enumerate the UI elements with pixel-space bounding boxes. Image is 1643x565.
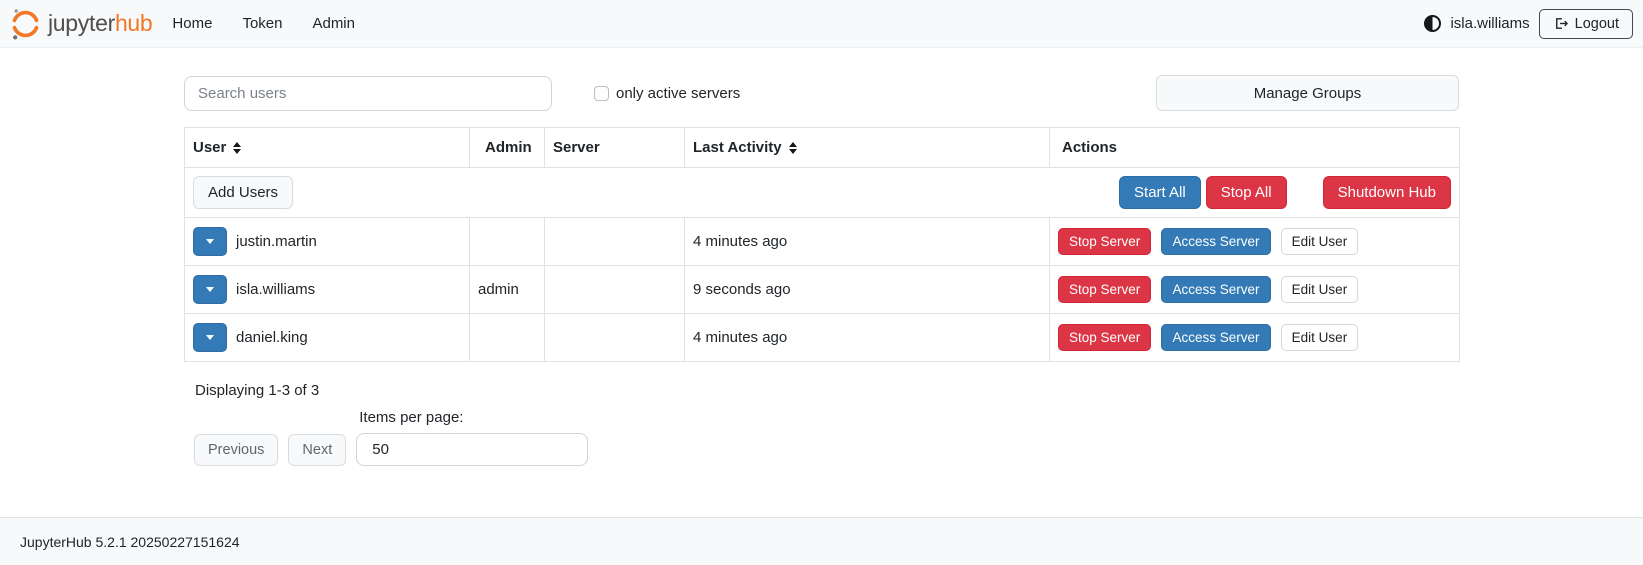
table-row: daniel.king 4 minutes ago Stop Server Ac… — [185, 314, 1460, 362]
items-per-page-input[interactable] — [356, 433, 588, 466]
access-server-button[interactable]: Access Server — [1161, 324, 1270, 351]
theme-toggle-icon[interactable] — [1424, 15, 1441, 32]
users-table: User Admin Server Last Activity Actions — [184, 127, 1460, 362]
username: justin.martin — [236, 233, 317, 250]
user-dropdown-button[interactable] — [193, 323, 227, 352]
column-header-admin: Admin — [470, 128, 545, 168]
only-active-servers-checkbox[interactable] — [594, 86, 609, 101]
server-cell — [545, 266, 685, 314]
brand-jupyter: jupyter — [48, 10, 115, 36]
sort-icon[interactable] — [233, 142, 241, 154]
username: isla.williams — [236, 281, 315, 298]
stop-server-button[interactable]: Stop Server — [1058, 276, 1151, 303]
last-activity-cell: 4 minutes ago — [685, 314, 1050, 362]
last-activity-cell: 4 minutes ago — [685, 218, 1050, 266]
username: daniel.king — [236, 329, 308, 346]
next-page-button[interactable]: Next — [288, 434, 346, 466]
stop-all-button[interactable]: Stop All — [1206, 176, 1287, 209]
table-actions-row: Add Users Start All Stop All Shutdown Hu… — [185, 168, 1460, 218]
stop-server-button[interactable]: Stop Server — [1058, 324, 1151, 351]
access-server-button[interactable]: Access Server — [1161, 276, 1270, 303]
admin-cell — [470, 218, 545, 266]
caret-down-icon — [206, 287, 214, 292]
pagination: Previous Next Items per page: — [194, 409, 1459, 466]
items-per-page: Items per page: — [356, 409, 588, 466]
user-cell: isla.williams — [185, 266, 470, 314]
logout-icon — [1553, 16, 1568, 31]
current-user-label: isla.williams — [1450, 15, 1529, 32]
table-header-row: User Admin Server Last Activity Actions — [185, 128, 1460, 168]
items-per-page-label: Items per page: — [359, 409, 588, 426]
bulk-actions: Start All Stop All Shutdown Hub — [1119, 176, 1451, 209]
actions-cell: Stop Server Access Server Edit User — [1050, 314, 1460, 362]
column-header-actions: Actions — [1050, 128, 1460, 168]
jupyter-logo-icon — [10, 7, 41, 41]
table-row: justin.martin 4 minutes ago Stop Server … — [185, 218, 1460, 266]
column-header-last-activity[interactable]: Last Activity — [685, 128, 1050, 168]
main-content: only active servers Manage Groups User A… — [0, 48, 1643, 517]
nav-links: Home Token Admin — [172, 15, 355, 32]
edit-user-button[interactable]: Edit User — [1281, 324, 1359, 351]
server-cell — [545, 314, 685, 362]
user-dropdown-button[interactable] — [193, 227, 227, 256]
server-cell — [545, 218, 685, 266]
actions-cell: Stop Server Access Server Edit User — [1050, 218, 1460, 266]
edit-user-button[interactable]: Edit User — [1281, 276, 1359, 303]
caret-down-icon — [206, 335, 214, 340]
brand-hub: hub — [115, 10, 152, 36]
column-header-server: Server — [545, 128, 685, 168]
user-dropdown-button[interactable] — [193, 275, 227, 304]
user-cell: daniel.king — [185, 314, 470, 362]
start-all-button[interactable]: Start All — [1119, 176, 1201, 209]
admin-cell: admin — [470, 266, 545, 314]
stop-server-button[interactable]: Stop Server — [1058, 228, 1151, 255]
column-header-last-activity-label: Last Activity — [693, 139, 782, 156]
previous-page-button[interactable]: Previous — [194, 434, 278, 466]
displaying-summary: Displaying 1-3 of 3 — [195, 382, 1459, 399]
user-cell: justin.martin — [185, 218, 470, 266]
edit-user-button[interactable]: Edit User — [1281, 228, 1359, 255]
column-header-user[interactable]: User — [185, 128, 470, 168]
actions-cell: Stop Server Access Server Edit User — [1050, 266, 1460, 314]
navbar-right: isla.williams Logout — [1424, 9, 1635, 39]
navbar: jupyterhub Home Token Admin isla.william… — [0, 0, 1643, 48]
search-input[interactable] — [184, 76, 552, 111]
only-active-servers-label: only active servers — [616, 85, 740, 102]
jupyterhub-logo[interactable]: jupyterhub — [10, 7, 152, 41]
only-active-servers-filter[interactable]: only active servers — [594, 85, 740, 102]
nav-link-token[interactable]: Token — [242, 15, 282, 32]
logout-label: Logout — [1575, 16, 1619, 32]
nav-link-home[interactable]: Home — [172, 15, 212, 32]
add-users-button[interactable]: Add Users — [193, 176, 293, 209]
access-server-button[interactable]: Access Server — [1161, 228, 1270, 255]
sort-icon[interactable] — [789, 142, 797, 154]
manage-groups-button[interactable]: Manage Groups — [1156, 75, 1459, 111]
version-text: JupyterHub 5.2.1 20250227151624 — [20, 534, 240, 550]
caret-down-icon — [206, 239, 214, 244]
admin-cell — [470, 314, 545, 362]
nav-link-admin[interactable]: Admin — [312, 15, 355, 32]
column-header-user-label: User — [193, 139, 226, 156]
toolbar: only active servers Manage Groups — [184, 75, 1459, 111]
footer: JupyterHub 5.2.1 20250227151624 — [0, 517, 1643, 565]
brand-text: jupyterhub — [48, 10, 152, 37]
table-row: isla.williams admin 9 seconds ago Stop S… — [185, 266, 1460, 314]
shutdown-hub-button[interactable]: Shutdown Hub — [1323, 176, 1451, 209]
last-activity-cell: 9 seconds ago — [685, 266, 1050, 314]
logout-button[interactable]: Logout — [1539, 9, 1633, 39]
